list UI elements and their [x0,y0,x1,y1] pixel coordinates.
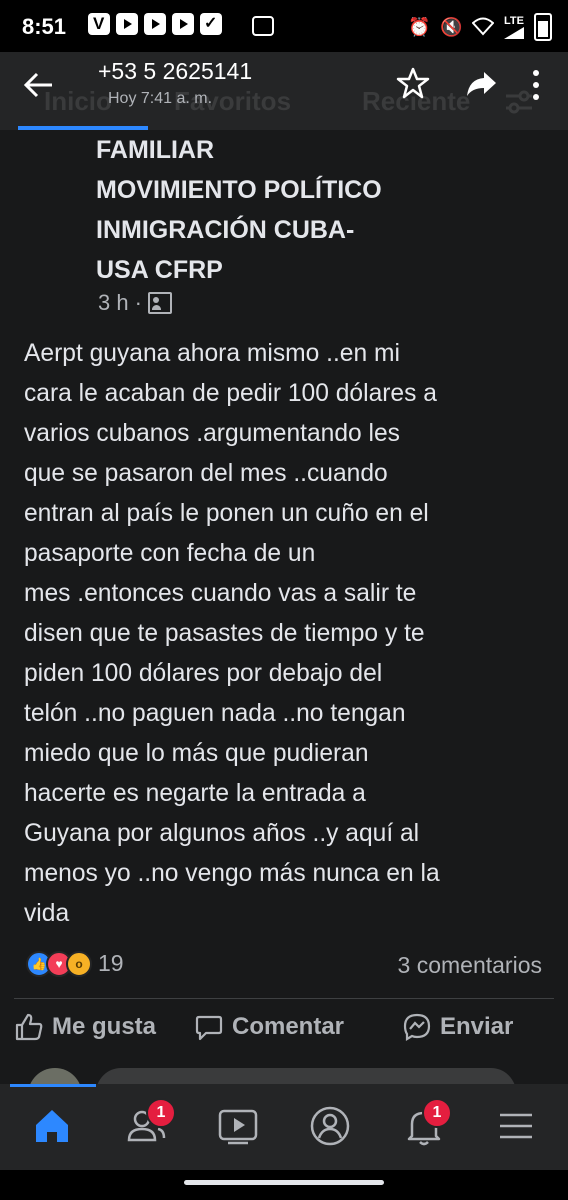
gallery-icon [252,16,274,36]
group-name-line: USA CFRP [96,256,223,284]
send-button[interactable]: Enviar [402,1012,513,1042]
post-meta: 3 h · [98,290,172,316]
check-icon [200,13,222,35]
notifications-tab[interactable]: 1 [396,1098,452,1154]
thumbs-up-icon [15,1013,43,1041]
group-name-line: MOVIMIENTO POLÍTICO [96,176,382,204]
post-text-line: entran al país le ponen un cuño en el [24,500,429,527]
status-bar: 8:51 ⏰ 🔇 LTE [0,0,568,52]
post-text-line: disen que te pasastes de tiempo y te [24,620,425,647]
post-time[interactable]: 3 h [98,290,129,316]
send-label: Enviar [440,1013,514,1040]
comment-label: Comentar [232,1013,345,1040]
alarm-icon: ⏰ [408,17,431,37]
system-icons: ⏰ 🔇 LTE [408,13,552,41]
comment-icon [195,1015,223,1041]
notifications-badge: 1 [422,1098,452,1128]
post-text-line: Guyana por algunos años ..y aquí al [24,820,420,847]
youtube-icon [172,13,194,35]
contact-phone[interactable]: +53 5 2625141 [98,58,252,85]
friends-badge: 1 [146,1098,176,1128]
comment-input[interactable] [96,1068,516,1084]
post-text-line: vida [24,900,70,927]
wifi-icon [471,16,495,38]
meta-separator: · [134,290,142,315]
post-text-line: hacerte es negarte la entrada a [24,780,366,807]
post-actions: Me gusta Comentar Enviar [0,1008,568,1052]
post-text-line: piden 100 dólares por debajo del [24,660,383,687]
reaction-count: 19 [98,950,124,976]
post-text-line: miedo que lo más que pudieran [24,740,369,767]
comment-button[interactable]: Comentar [194,1012,344,1042]
post-text-line: varios cubanos .argumentando les [24,420,400,447]
menu-icon[interactable] [488,1098,544,1154]
post-text-line: telón ..no paguen nada ..no tengan [24,700,406,727]
post-text-line: Aerpt guyana ahora mismo ..en mi [24,340,400,367]
more-options-icon[interactable] [526,68,546,102]
wow-reaction-icon: o [66,950,92,977]
comment-composer-row [0,1058,568,1084]
signal-icon: LTE [504,15,524,39]
group-privacy-icon [147,292,172,314]
active-nav-indicator [10,1084,96,1087]
post-text-line: que se pasaron del mes ..cuando [24,460,388,487]
notification-icons [88,13,274,36]
post-text-line: menos yo ..no vengo más nunca en la [24,860,440,887]
group-name-line: FAMILIAR [96,136,215,164]
post-body: Aerpt guyana ahora mismo ..en mi cara le… [24,334,554,934]
voicemail-icon [88,13,110,35]
messenger-icon [403,1013,431,1041]
friends-tab[interactable]: 1 [118,1098,176,1154]
post-text-line: cara le acaban de pedir 100 dólares a [24,380,437,407]
group-name[interactable]: FAMILIAR MOVIMIENTO POLÍTICO INMIGRACIÓN… [96,130,516,290]
home-icon[interactable] [24,1098,80,1154]
post-text-line: mes .entonces cuando vas a salir te [24,580,417,607]
back-arrow-icon[interactable] [22,68,56,102]
bottom-nav: 1 1 [0,1084,568,1170]
profile-icon[interactable] [302,1098,358,1154]
battery-icon [534,13,552,41]
star-icon[interactable] [396,66,430,100]
post-text-line: pasaporte con fecha de un [24,540,316,567]
gesture-area [0,1170,568,1200]
video-icon[interactable] [210,1098,266,1154]
share-icon[interactable] [464,66,498,100]
home-gesture-bar[interactable] [184,1180,384,1185]
divider [14,998,554,999]
youtube-icon [116,13,138,35]
group-name-line: INMIGRACIÓN CUBA- [96,216,355,244]
reactions-summary[interactable]: 👍 ♥ o 19 [26,950,124,977]
status-time: 8:51 [22,14,67,39]
like-button[interactable]: Me gusta [14,1012,156,1042]
message-time: Hoy 7:41 a. m. [108,90,213,107]
youtube-icon [144,13,166,35]
conversation-header: Inicio Favoritos Reciente +53 5 2625141 … [0,52,568,130]
like-label: Me gusta [52,1013,157,1040]
avatar [28,1068,82,1084]
mute-icon: 🔇 [440,17,463,37]
app-screen: 8:51 ⏰ 🔇 LTE Inicio Favoritos [0,0,568,1200]
comments-count[interactable]: 3 comentarios [398,952,542,979]
